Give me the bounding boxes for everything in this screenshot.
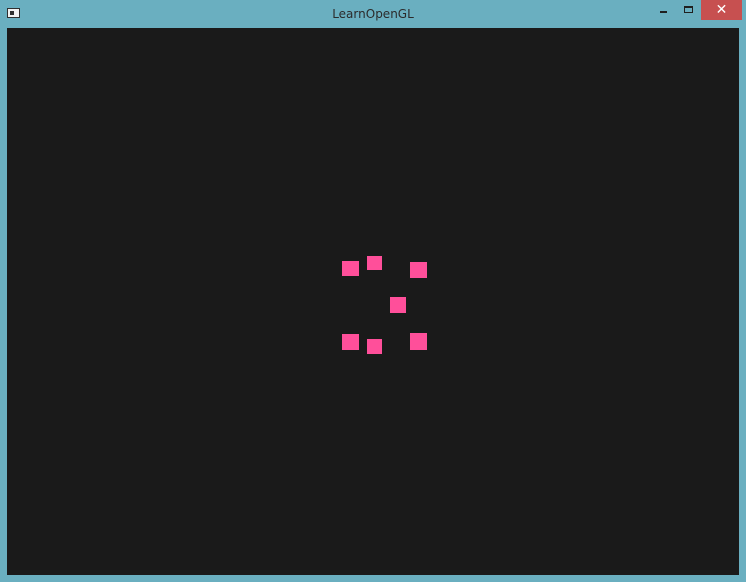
minimize-button[interactable]: [650, 0, 676, 20]
minimize-icon: [660, 11, 667, 13]
window-title: LearnOpenGL: [332, 7, 414, 21]
pink-quad: [342, 261, 359, 276]
pink-quad: [410, 262, 427, 278]
app-window: LearnOpenGL ✕: [0, 0, 746, 582]
pink-quad: [367, 339, 382, 354]
pink-quad: [342, 334, 359, 350]
close-icon: ✕: [715, 2, 728, 18]
maximize-button[interactable]: [676, 0, 701, 20]
pink-quad: [410, 333, 427, 350]
pink-quad: [367, 256, 382, 270]
title-bar[interactable]: LearnOpenGL ✕: [0, 0, 746, 28]
close-button[interactable]: ✕: [701, 0, 742, 20]
maximize-icon: [684, 6, 693, 13]
opengl-viewport[interactable]: [7, 28, 739, 575]
pink-quad: [390, 297, 406, 313]
